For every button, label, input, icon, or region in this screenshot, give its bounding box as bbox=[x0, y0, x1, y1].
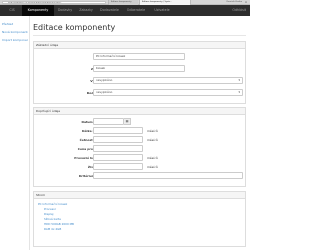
warranty-unit: měsíců bbox=[147, 129, 158, 133]
chevron-down-icon: ▾ bbox=[238, 78, 240, 82]
sidebar-item-nova-komponenta[interactable]: Nová komponenta bbox=[2, 30, 28, 34]
nav-item-zakazky[interactable]: Zakazky bbox=[76, 5, 96, 16]
nav-item-komponenty[interactable]: Komponenty bbox=[22, 5, 54, 16]
service-price-input[interactable] bbox=[93, 145, 143, 152]
nav-item-dodavatele[interactable]: Dodavatele bbox=[96, 5, 123, 16]
chevron-down-icon: ▾ bbox=[238, 90, 240, 94]
nav-item-dodavky[interactable]: Dodavky bbox=[54, 5, 76, 16]
sidebar-item-prehled[interactable]: Přehled bbox=[2, 22, 28, 26]
operating-value-input[interactable] bbox=[93, 154, 143, 161]
supplier-value: nevyplněno bbox=[96, 90, 113, 94]
tree-child-link[interactable]: Displej bbox=[44, 212, 53, 216]
address-bar[interactable]: http://localhost/CIS-System/public/kompo… bbox=[2, 1, 106, 4]
warranty-input[interactable] bbox=[93, 127, 143, 134]
tree-panel: Strom PC Informační kiosek Procesor Disp… bbox=[33, 191, 246, 247]
extra-info-panel: Doplňující údaje Datum revize ▦ Délka zá… bbox=[33, 107, 246, 187]
sidebar-item-import[interactable]: Import komponent bbox=[2, 38, 28, 42]
revision-frequency-input[interactable] bbox=[93, 136, 143, 143]
tree-root-link[interactable]: PC Informační kiosek bbox=[38, 202, 67, 206]
nav-item-odberatele[interactable]: Odberatele bbox=[123, 5, 149, 16]
tree-child-link[interactable]: RAM 4x 4GB bbox=[44, 227, 61, 231]
panel-heading: Základní údaje bbox=[34, 42, 245, 49]
operating-value-unit: měsíců bbox=[147, 156, 158, 160]
title-divider bbox=[33, 35, 246, 36]
panel-heading: Doplňující údaje bbox=[34, 108, 245, 115]
piece-criterion-input[interactable] bbox=[93, 172, 243, 179]
supplier-select[interactable]: nevyplněno ▾ bbox=[93, 89, 243, 96]
logout-link[interactable]: Odhlásit bbox=[232, 5, 246, 16]
nav-brand[interactable]: CIS bbox=[2, 5, 22, 16]
manufacturer-value: nevyplněno bbox=[96, 78, 113, 82]
shortcut-input[interactable]: Kiosek bbox=[93, 65, 185, 72]
top-navbar: CIS Komponenty Dodavky Zakazky Dodavatel… bbox=[0, 5, 250, 16]
revision-date-input[interactable] bbox=[93, 118, 124, 125]
nav-item-uzivatele[interactable]: Uzivatele bbox=[149, 5, 175, 16]
sidebar: Přehled Nová komponenta Import komponent bbox=[0, 16, 30, 250]
manufacturer-select[interactable]: nevyplněno ▾ bbox=[93, 77, 243, 84]
revision-frequency-unit: měsíců bbox=[147, 138, 158, 142]
page-title: Editace komponenty bbox=[33, 23, 116, 32]
name-input[interactable]: PC Informační kiosek bbox=[93, 53, 185, 60]
panel-heading: Strom bbox=[34, 192, 245, 199]
lifetime-input[interactable] bbox=[93, 163, 143, 170]
basic-info-panel: Základní údaje Název PC Informační kiose… bbox=[33, 41, 246, 104]
tree-child-link[interactable]: Síťová karta bbox=[44, 217, 61, 221]
tree-child-link[interactable]: Procesor bbox=[44, 207, 56, 211]
lifetime-unit: měsíců bbox=[147, 165, 158, 169]
calendar-icon[interactable]: ▦ bbox=[124, 118, 131, 125]
tree-child-link[interactable]: HDD 500GB 2000 MB bbox=[44, 222, 74, 226]
